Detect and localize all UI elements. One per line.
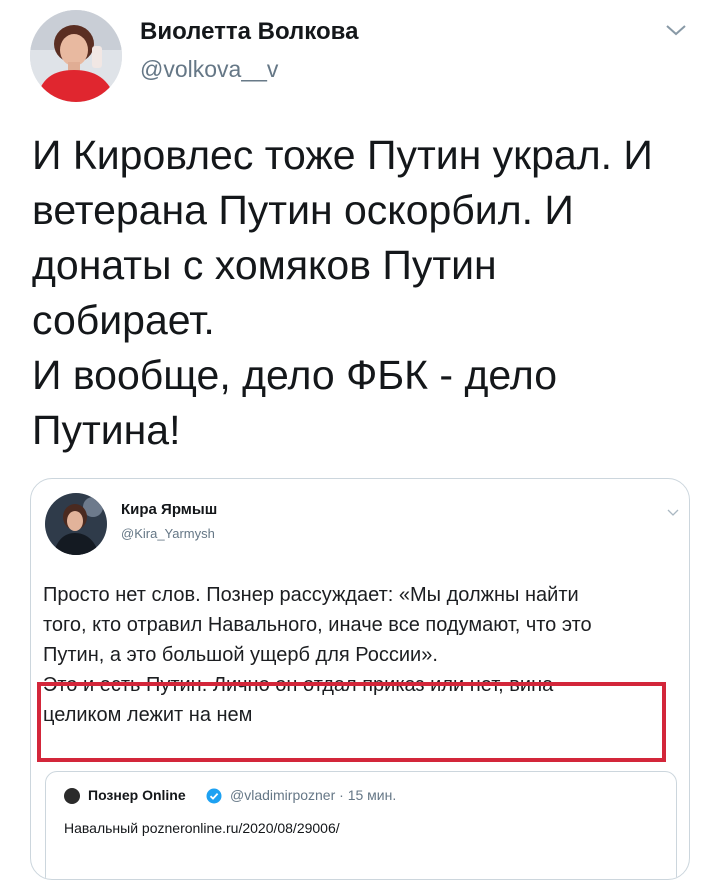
inner-text: Навальный pozneronline.ru/2020/08/29006/ [64, 820, 340, 836]
quoted-author-avatar [45, 493, 107, 555]
quoted-text-line: Просто нет слов. Познер рассуждает: «Мы … [43, 584, 579, 606]
tweet-text-line: ветерана Путин оскорбил. И [32, 187, 574, 233]
highlight-box [37, 682, 666, 762]
inner-author-avatar [64, 788, 80, 804]
tweet-text-line: И Кировлес тоже Путин украл. И [32, 132, 653, 178]
inner-quoted-tweet: Познер Online @vladimirpozner · 15 мин. … [45, 771, 677, 879]
quoted-text-line: того, кто отравил Навального, иначе все … [43, 614, 592, 636]
author-avatar[interactable] [30, 10, 122, 102]
tweet-text-line: И вообще, дело ФБК - дело [32, 352, 558, 398]
author-name[interactable]: Виолетта Волкова [140, 18, 358, 46]
quoted-avatar-image [45, 493, 107, 555]
author-avatar-image [30, 10, 122, 102]
author-handle[interactable]: @volkova__v [140, 56, 278, 83]
inner-meta: @vladimirpozner · 15 мин. [230, 787, 397, 803]
quoted-author-name: Кира Ярмыш [121, 501, 218, 518]
tweet-text-line: Путина! [32, 407, 181, 453]
chevron-down-icon[interactable] [664, 22, 688, 38]
chevron-down-icon [667, 509, 679, 516]
inner-author-name: Познер Online [88, 787, 186, 803]
verified-badge-icon [206, 788, 222, 804]
quoted-tweet-image[interactable]: Кира Ярмыш @Kira_Yarmysh Просто нет слов… [30, 478, 690, 880]
quoted-text-line: Путин, а это большой ущерб для России». [43, 644, 438, 666]
tweet-text-line: донаты с хомяков Путин [32, 242, 497, 288]
tweet-text-line: собирает. [32, 297, 215, 343]
tweet-text: И Кировлес тоже Путин украл. И ветерана … [32, 128, 692, 458]
quoted-author-handle: @Kira_Yarmysh [121, 526, 215, 541]
